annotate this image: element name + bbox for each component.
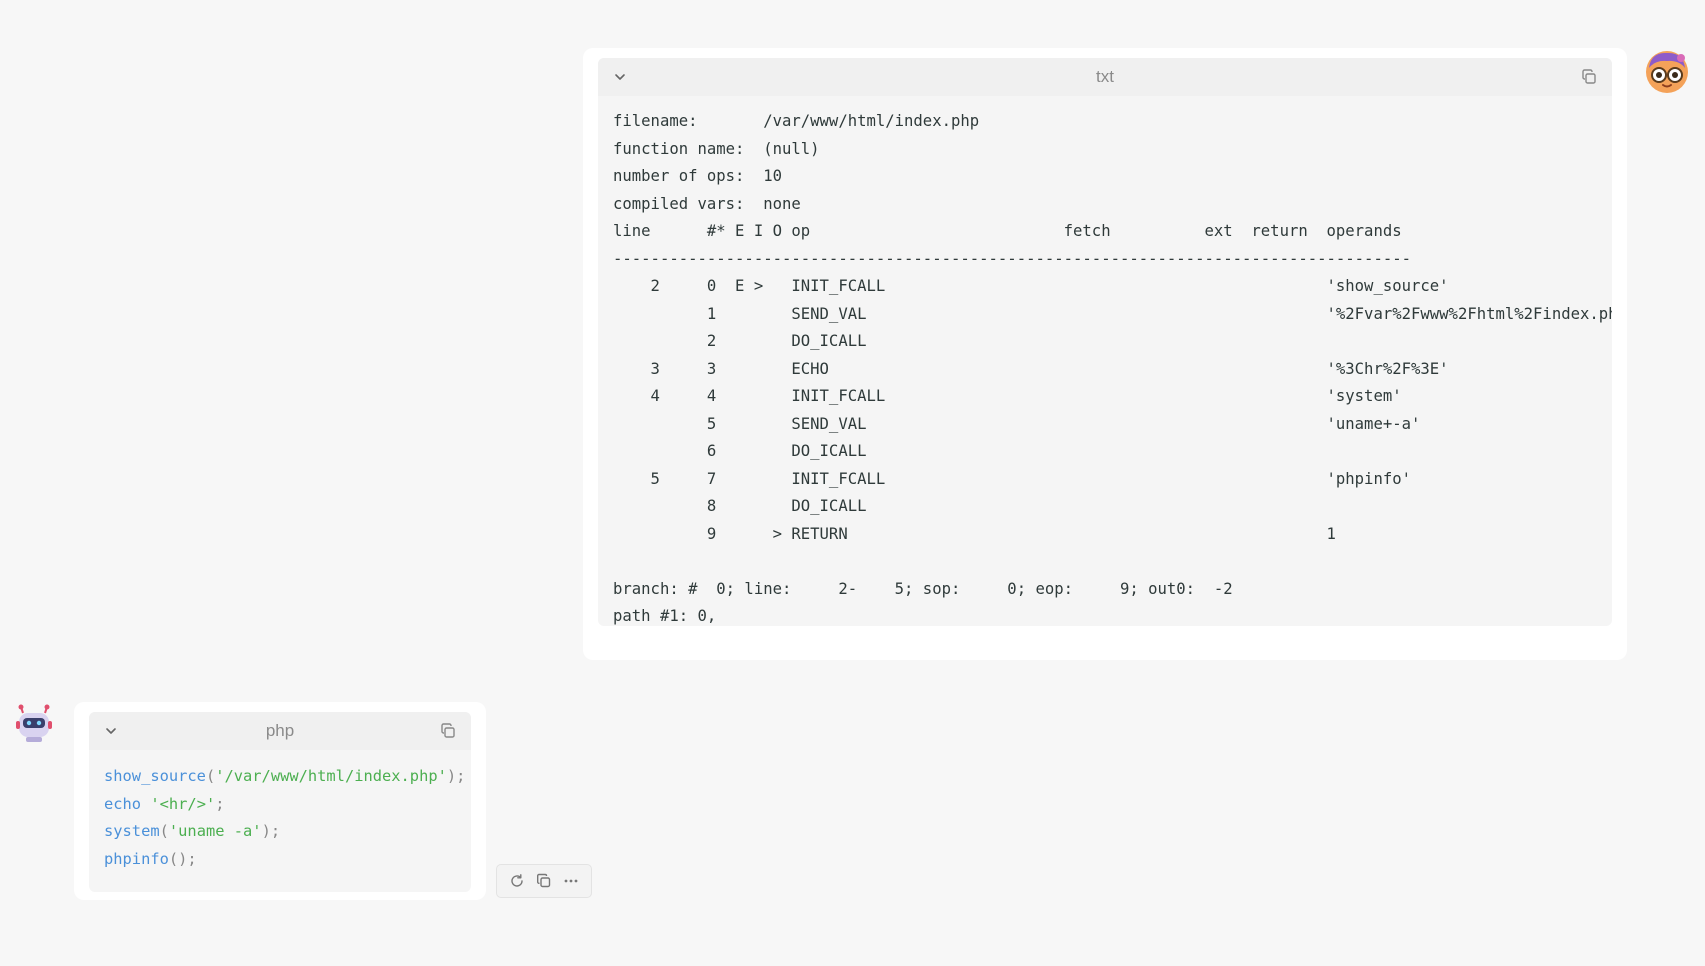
code-line: system('uname -a'); <box>104 818 456 846</box>
copy-message-button[interactable] <box>535 872 553 890</box>
code-line: 8 DO_ICALL <box>613 497 867 515</box>
code-block-txt: txt filename: /var/www/html/index.php fun… <box>598 58 1612 626</box>
code-line: path #1: 0, <box>613 607 717 625</box>
code-language-label: txt <box>1096 67 1114 86</box>
code-line: 3 3 ECHO '%3Chr%2F%3E' <box>613 359 1449 378</box>
code-line: line #* E I O op fetch ext return operan… <box>613 222 1402 240</box>
code-token: ( <box>159 822 169 840</box>
code-token: ; <box>215 794 225 813</box>
message-action-bar <box>496 864 592 898</box>
regenerate-button[interactable] <box>508 872 526 890</box>
code-token: ); <box>446 767 466 785</box>
code-line: 5 SEND_VAL 'uname+-a' <box>613 414 1421 433</box>
code-line: function name: (null) <box>613 139 820 158</box>
code-block-header: txt <box>598 58 1612 96</box>
code-line: ----------------------------------------… <box>613 249 1411 268</box>
code-token: system <box>104 822 160 840</box>
code-line: 9 > RETURN 1 <box>613 524 1336 543</box>
more-options-button[interactable] <box>562 872 580 890</box>
user-message-bubble: txt filename: /var/www/html/index.php fun… <box>583 48 1627 660</box>
code-token: phpinfo <box>104 849 169 868</box>
bot-message-bubble: php show_source('/var/www/html/index.php… <box>74 702 486 900</box>
bot-avatar <box>16 704 52 742</box>
code-line: 5 7 INIT_FCALL 'phpinfo' <box>613 469 1411 488</box>
code-line: 6 DO_ICALL <box>613 442 867 460</box>
copy-icon[interactable] <box>1580 68 1598 86</box>
code-block-header: php <box>89 712 471 750</box>
chevron-down-icon[interactable] <box>612 69 628 85</box>
code-token: (); <box>168 849 197 868</box>
code-line: 2 DO_ICALL <box>613 332 867 350</box>
code-line: filename: /var/www/html/index.php <box>613 112 980 130</box>
code-line: 1 SEND_VAL '%2Fvar%2Fwww%2Fhtml%2Findex.… <box>613 304 1612 323</box>
code-content: filename: /var/www/html/index.php functio… <box>598 96 1612 626</box>
code-line: number of ops: 10 <box>613 167 782 185</box>
code-token: '<hr/>' <box>150 794 216 813</box>
code-token: ); <box>261 822 281 840</box>
code-line: phpinfo(); <box>104 846 456 874</box>
chat-page: txt filename: /var/www/html/index.php fun… <box>0 0 1705 966</box>
code-line: 2 0 E > INIT_FCALL 'show_source' <box>613 277 1449 295</box>
refresh-icon <box>511 874 523 887</box>
code-token: show_source <box>104 767 206 785</box>
code-line: compiled vars: none <box>613 194 801 213</box>
code-token: 'uname -a' <box>168 822 262 840</box>
code-line: 4 4 INIT_FCALL 'system' <box>613 387 1402 405</box>
code-line: show_source('/var/www/html/index.php'); <box>104 763 465 791</box>
code-block-php: php show_source('/var/www/html/index.php… <box>89 712 471 892</box>
copy-icon[interactable] <box>439 722 457 740</box>
user-avatar <box>1646 51 1688 93</box>
code-content: show_source('/var/www/html/index.php'); e… <box>89 750 471 892</box>
code-language-label: php <box>265 721 295 740</box>
more-icon <box>564 879 578 883</box>
code-token: echo <box>104 794 142 813</box>
chevron-down-icon[interactable] <box>103 723 119 739</box>
code-token: ( <box>205 767 216 785</box>
code-line: branch: # 0; line: 2- 5; sop: 0; eop: 9;… <box>613 579 1233 598</box>
code-token: '/var/www/html/index.php' <box>215 767 447 785</box>
code-line: echo '<hr/>'; <box>104 791 456 819</box>
copy-icon <box>536 873 551 888</box>
